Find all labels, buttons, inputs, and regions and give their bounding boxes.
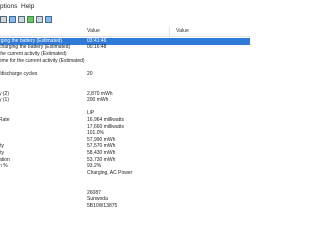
table-row[interactable]: /discharge cycles 20	[0, 71, 250, 78]
value-cell: Charging, AC Power	[87, 169, 133, 176]
table-row[interactable]	[0, 78, 250, 85]
table-row[interactable]: time for the current activity (Estimated…	[0, 58, 250, 65]
table-row[interactable]: 57,990 mWh	[0, 137, 250, 144]
table-row[interactable]: Rate 16,964 milliwatts	[0, 117, 250, 124]
value-cell: 200 mWh	[87, 97, 109, 104]
table-row[interactable]: 17,660 milliwatts	[0, 124, 250, 131]
table-row[interactable]: 26087	[0, 190, 250, 197]
table-row[interactable]: LiP	[0, 110, 250, 118]
value-cell: 16,964 milliwatts	[87, 116, 124, 123]
table-row[interactable]: ation 53,730 mWh	[0, 157, 250, 164]
menu-bar: ptions Help	[0, 0, 250, 14]
value-cell: 20	[87, 70, 93, 77]
property-cell: Rate	[0, 116, 10, 123]
refresh-icon[interactable]	[27, 16, 34, 23]
property-cell: the current activity (Estimated)	[0, 50, 67, 57]
table-row[interactable]: Charging, AC Power	[0, 170, 250, 177]
property-cell: n %	[0, 163, 8, 170]
value-cell: 53,730 mWh	[87, 156, 116, 163]
value-cell: Sunwoda	[87, 196, 108, 203]
value-cell: 03:41:46	[87, 37, 107, 44]
save-icon[interactable]	[0, 16, 7, 23]
property-cell: time for the current activity (Estimated…	[0, 57, 85, 64]
battery-info-table: rging the battery (Estimated) 03:41:46 cha…	[0, 37, 250, 250]
table-row[interactable]	[0, 104, 250, 111]
value-cell: 93.2%	[87, 163, 102, 170]
property-cell: rging the battery (Estimated)	[0, 37, 63, 44]
property-cell: charging the battery (Estimated)	[0, 44, 71, 51]
table-row[interactable]: ity 57,570 mWh	[0, 143, 250, 151]
value-cell: 2,870 mWh	[87, 90, 113, 97]
table-row[interactable]	[0, 183, 250, 190]
table-row[interactable]: y (1) 200 mWh	[0, 97, 250, 105]
menu-help[interactable]: Help	[21, 3, 34, 10]
table-row[interactable]	[0, 177, 250, 184]
column-header-value-2[interactable]: Value	[176, 28, 189, 34]
value-cell: 58,430 mWh	[87, 149, 116, 156]
value-cell: 57,570 mWh	[87, 143, 116, 150]
table-row[interactable]: 101.0%	[0, 130, 250, 138]
value-cell: 5B10W13875	[87, 202, 118, 209]
property-cell: ation	[0, 156, 10, 163]
value-cell: LiP	[87, 110, 95, 117]
table-row[interactable]	[0, 84, 250, 91]
property-cell: y (1)	[0, 97, 9, 104]
property-cell: y (2)	[0, 90, 9, 97]
value-cell: 17,660 milliwatts	[87, 123, 124, 130]
table-row[interactable]: y (2) 2,870 mWh	[0, 91, 250, 98]
column-header-value[interactable]: Value	[87, 28, 100, 34]
menu-options[interactable]: ptions	[0, 3, 17, 10]
value-cell: 57,990 mWh	[87, 136, 116, 143]
table-row[interactable]: Sunwoda	[0, 196, 250, 204]
value-cell: 00:16:48	[87, 44, 107, 51]
about-icon[interactable]	[45, 16, 52, 23]
html-report-icon[interactable]	[36, 16, 43, 23]
property-cell: ity	[0, 149, 4, 156]
table-row[interactable]: 5B10W13875	[0, 203, 250, 210]
value-cell: 26087	[87, 189, 101, 196]
property-cell: /discharge cycles	[0, 70, 38, 77]
table-header: Value Value	[0, 27, 250, 37]
properties-icon[interactable]	[18, 16, 25, 23]
table-row[interactable]	[0, 65, 250, 72]
toolbar	[0, 14, 250, 26]
value-cell: 101.0%	[87, 130, 104, 137]
copy-icon[interactable]	[9, 16, 16, 23]
property-cell: ity	[0, 143, 4, 150]
table-row[interactable]: ity 58,430 mWh	[0, 150, 250, 157]
table-row[interactable]: the current activity (Estimated)	[0, 51, 250, 58]
